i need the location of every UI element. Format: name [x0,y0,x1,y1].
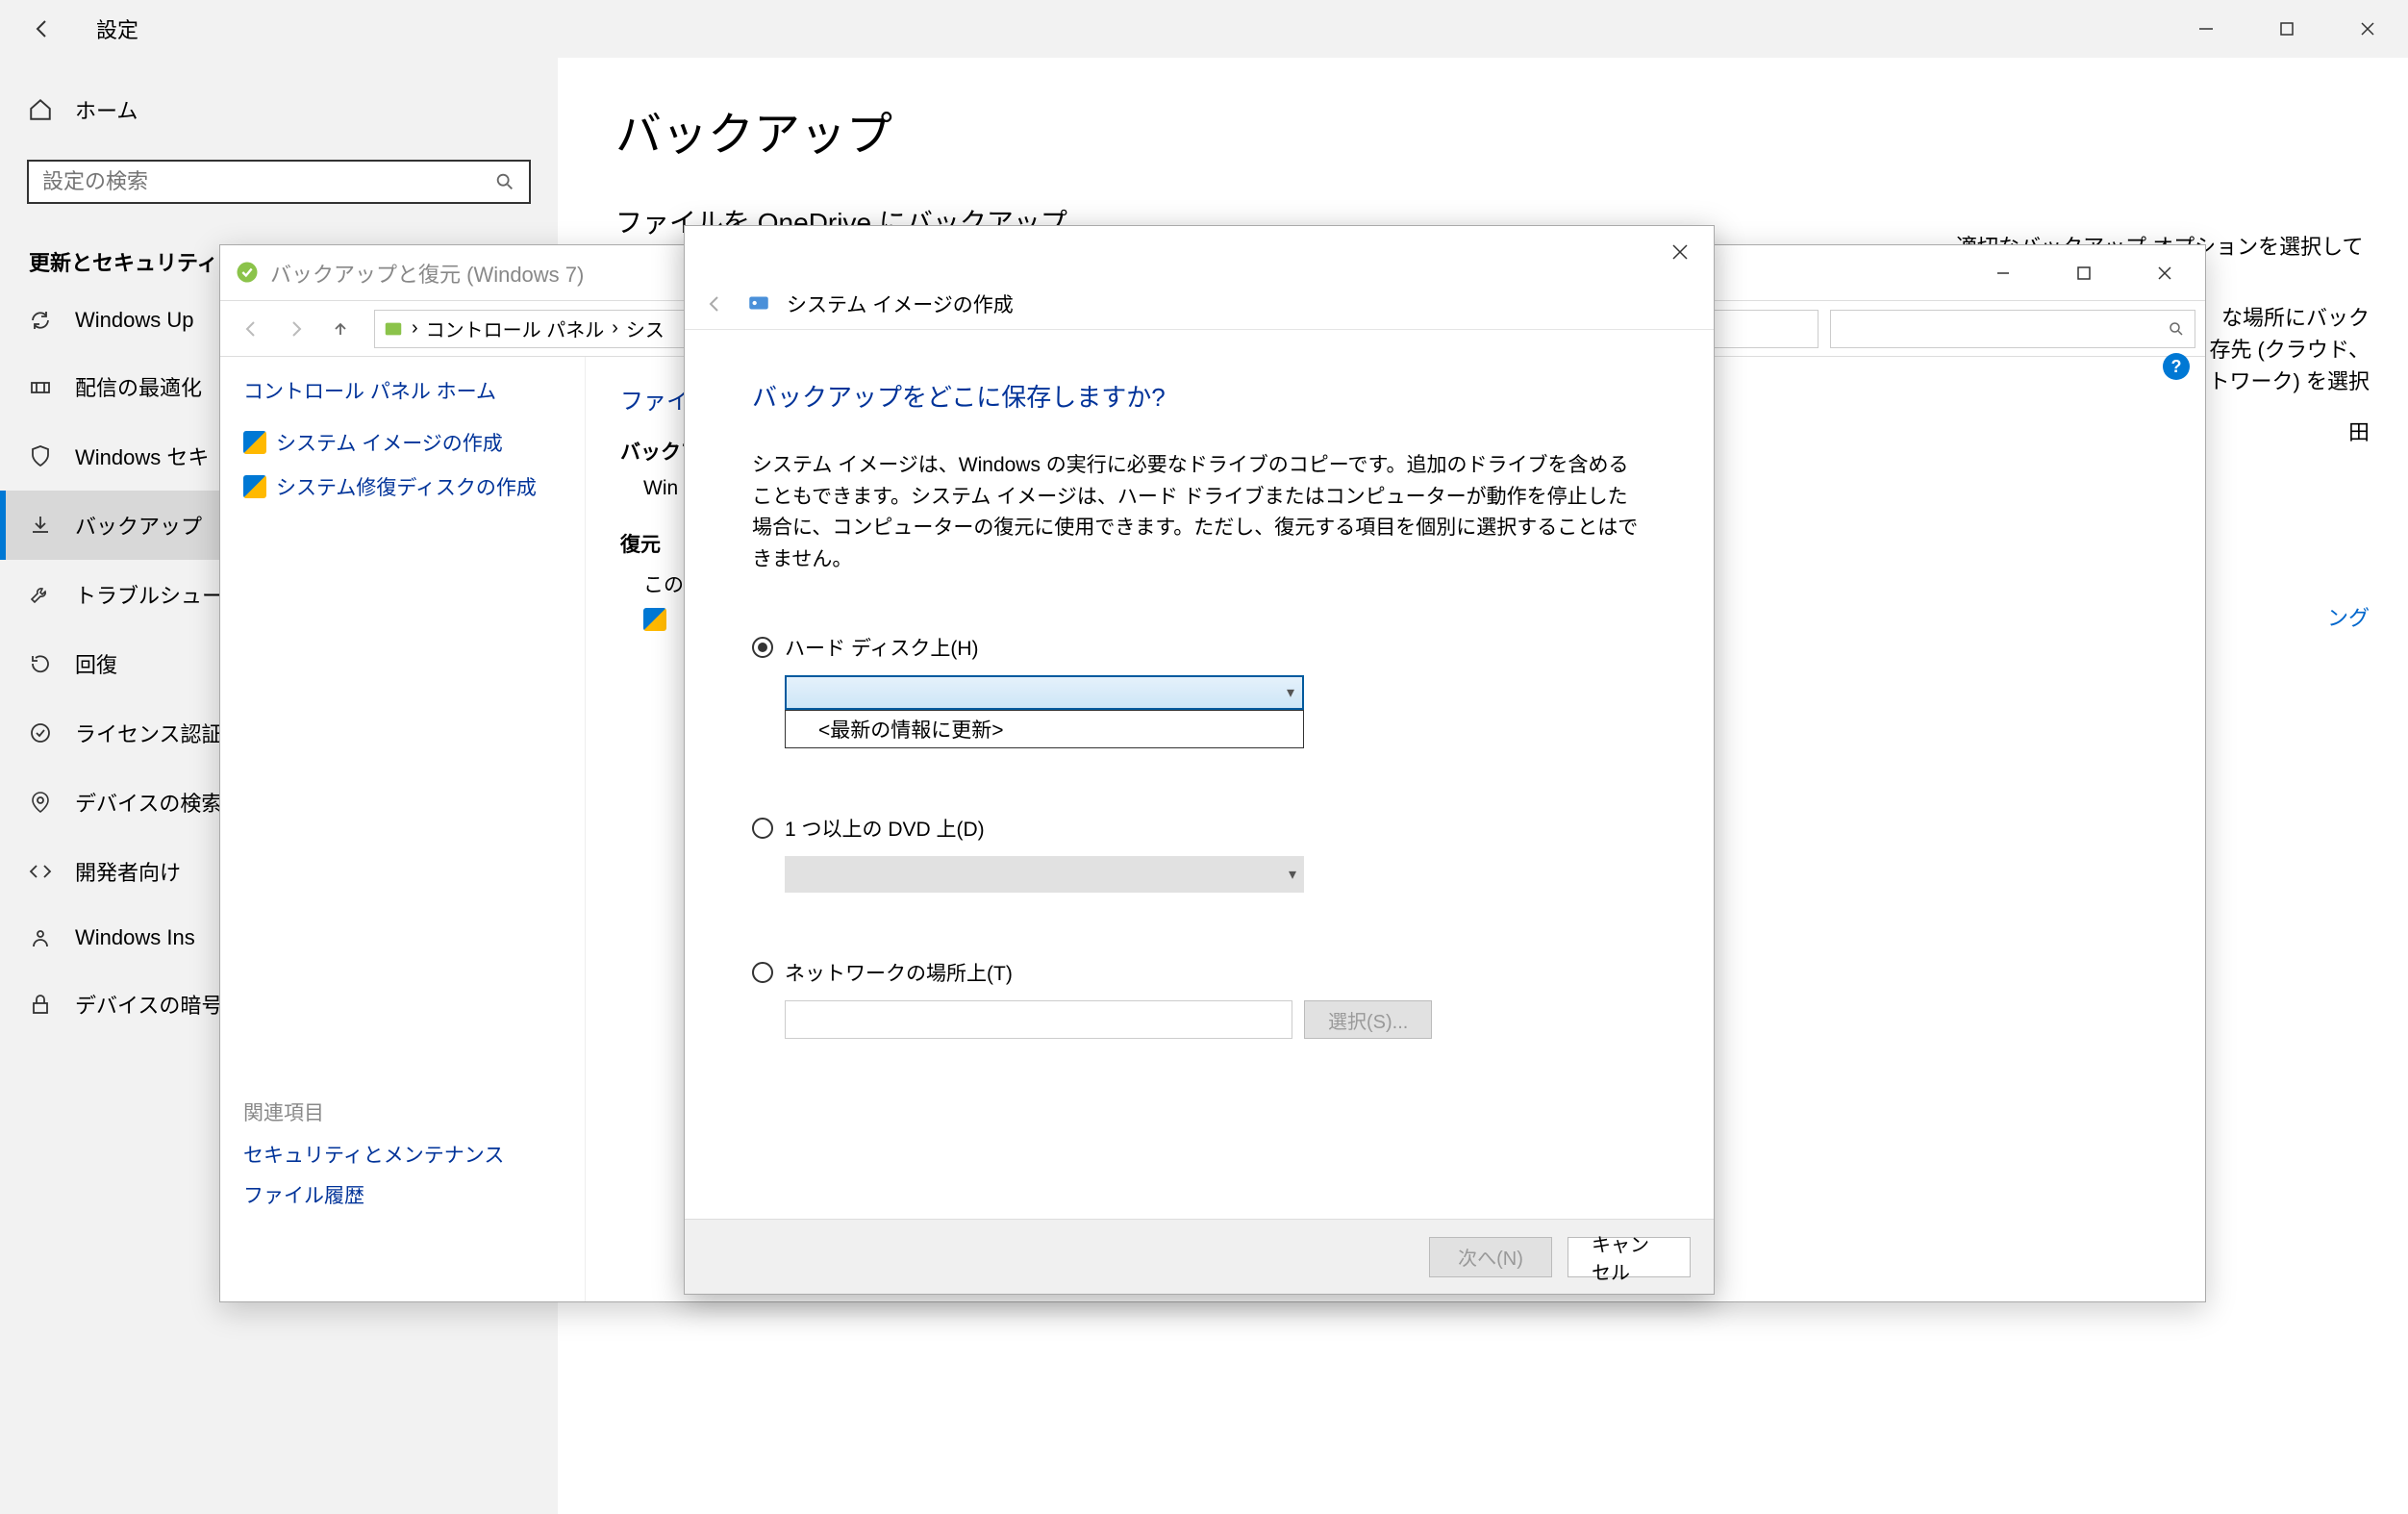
backup-icon [27,514,54,537]
next-button[interactable]: 次へ(N) [1429,1237,1552,1277]
radio-checked-icon [752,637,773,658]
option-network[interactable]: ネットワークの場所上(T) [752,958,1646,987]
cp-maximize[interactable] [2044,249,2124,297]
hdd-combo[interactable]: ▾ [785,675,1304,710]
page-title: バックアップ [615,96,2350,164]
search-input[interactable] [42,169,494,194]
cp-nav-up[interactable] [318,307,363,351]
wrench-icon [27,583,54,606]
wizard-icon [746,290,773,317]
recovery-icon [27,652,54,675]
wizard-description: システム イメージは、Windows の実行に必要なドライブのコピーです。追加の… [752,450,1646,575]
maximize-button[interactable] [2246,4,2327,54]
help-icon[interactable]: ? [2163,353,2190,380]
wizard-question: バックアップをどこに保存しますか? [752,378,1646,414]
code-icon [27,860,54,883]
breadcrumb-icon [383,318,404,340]
wizard-back-button[interactable] [698,287,733,321]
breadcrumb-sep2: › [612,317,618,340]
related-security[interactable]: セキュリティとメンテナンス [243,1140,562,1169]
backup-restore-icon [234,259,263,288]
wizard-close-button[interactable] [1654,229,1706,275]
shield-icon [243,475,266,498]
sync-icon [27,309,54,332]
home-icon [27,97,54,122]
cp-home-link[interactable]: コントロール パネル ホーム [243,376,562,405]
insider-icon [27,926,54,949]
shield-icon [643,608,666,631]
cp-nav-back[interactable] [230,307,274,351]
home-nav[interactable]: ホーム [0,77,558,142]
system-image-wizard: システム イメージの作成 バックアップをどこに保存しますか? システム イメージ… [684,225,1715,1295]
location-icon [27,791,54,814]
cp-search[interactable] [1830,310,2195,348]
settings-back-button[interactable] [19,5,67,53]
create-system-image-link[interactable]: システム イメージの作成 [243,428,562,457]
shield-icon [27,444,54,467]
radio-icon [752,818,773,839]
breadcrumb-1[interactable]: コントロール パネル [426,315,605,342]
search-box[interactable] [27,160,531,204]
dvd-combo: ▾ [785,856,1304,893]
cp-close[interactable] [2124,249,2205,297]
chevron-down-icon: ▾ [1287,683,1294,702]
lock-icon [27,993,54,1016]
check-icon [27,721,54,744]
breadcrumb-2[interactable]: シス [626,315,665,342]
dropdown-refresh-item[interactable]: <最新の情報に更新> [786,711,1303,747]
home-label: ホーム [75,94,138,125]
cp-minimize[interactable] [1963,249,2044,297]
close-button[interactable] [2327,4,2408,54]
settings-title: 設定 [96,13,138,44]
hdd-dropdown: <最新の情報に更新> [785,710,1304,748]
related-head: 関連項目 [243,1098,562,1126]
create-repair-disc-link[interactable]: システム修復ディスクの作成 [243,472,562,501]
cp-title: バックアップと復元 (Windows 7) [270,258,584,289]
search-icon [494,171,515,192]
delivery-icon [27,375,54,398]
search-icon [2168,320,2185,338]
minimize-button[interactable] [2166,4,2246,54]
option-hard-disk[interactable]: ハード ディスク上(H) [752,633,1646,662]
related-file-history[interactable]: ファイル履歴 [243,1180,562,1209]
chevron-down-icon: ▾ [1289,865,1296,884]
shield-icon [243,431,266,454]
breadcrumb-sep: › [412,317,418,340]
select-button[interactable]: 選択(S)... [1304,1000,1432,1039]
network-path-input[interactable] [785,1000,1292,1039]
radio-icon [752,962,773,983]
cp-nav-forward[interactable] [274,307,318,351]
option-dvd[interactable]: 1 つ以上の DVD 上(D) [752,814,1646,843]
wizard-title: システム イメージの作成 [787,290,1014,318]
cancel-button[interactable]: キャンセル [1568,1237,1691,1277]
